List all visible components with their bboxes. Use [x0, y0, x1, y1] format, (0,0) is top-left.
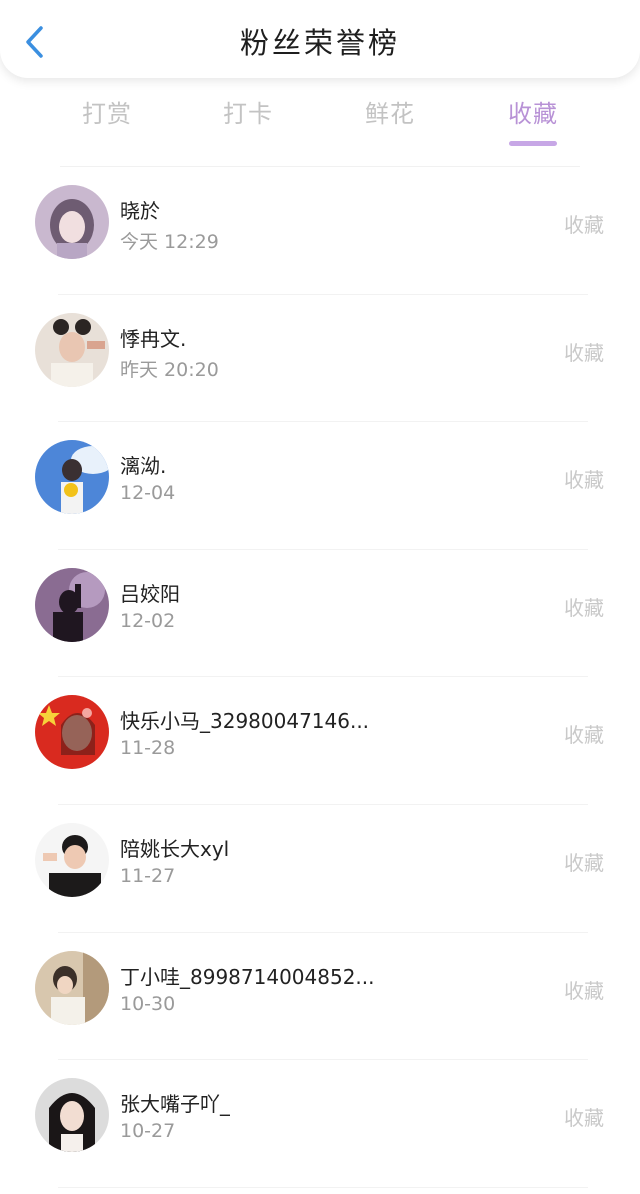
fan-list: 晓於 今天 12:29 收藏 悸冉文. 昨天 20:20 收藏 漓泑. 12-0… — [0, 167, 640, 1188]
tab-checkin[interactable]: 打卡 — [203, 92, 293, 152]
avatar[interactable] — [35, 950, 109, 1025]
fan-time: 10-27 — [120, 1120, 176, 1143]
fan-name: 悸冉文. — [120, 326, 187, 351]
favorite-label: 收藏 — [564, 340, 604, 365]
favorite-label: 收藏 — [564, 1106, 604, 1131]
divider — [58, 1186, 588, 1188]
list-item[interactable]: 张大嘴子吖_ 10-27 收藏 — [0, 1060, 640, 1188]
favorite-label: 收藏 — [564, 468, 604, 493]
tab-reward[interactable]: 打赏 — [62, 92, 152, 152]
avatar[interactable] — [35, 822, 109, 897]
favorite-label: 收藏 — [564, 723, 604, 748]
fan-time: 12-04 — [120, 482, 176, 505]
header-bar: 粉丝荣誉榜 — [0, 0, 640, 78]
list-item[interactable]: 漓泑. 12-04 收藏 — [0, 422, 640, 550]
fan-time: 今天 12:29 — [120, 231, 219, 253]
avatar[interactable] — [35, 695, 109, 770]
tab-label: 打赏 — [82, 100, 132, 128]
fan-name: 漓泑. — [120, 454, 167, 479]
fan-time: 昨天 20:20 — [120, 358, 219, 381]
avatar[interactable] — [35, 567, 109, 642]
list-item[interactable]: 吕姣阳 12-02 收藏 — [0, 550, 640, 678]
list-item[interactable]: 悸冉文. 昨天 20:20 收藏 — [0, 295, 640, 423]
tab-label: 收藏 — [508, 100, 558, 128]
fan-name: 张大嘴子吖_ — [120, 1092, 230, 1117]
fan-name: 陪姚长大xyl — [120, 836, 230, 861]
favorite-label: 收藏 — [564, 213, 604, 237]
page-title: 粉丝荣誉榜 — [239, 26, 400, 60]
tab-favorites[interactable]: 收藏 — [488, 92, 578, 152]
fan-name: 晓於 — [120, 199, 160, 223]
tab-label: 鲜花 — [365, 100, 415, 128]
fan-time: 12-02 — [120, 609, 176, 632]
avatar[interactable] — [35, 185, 109, 259]
favorite-label: 收藏 — [564, 850, 604, 875]
tab-label: 打卡 — [223, 100, 273, 128]
fan-name: 吕姣阳 — [120, 581, 180, 606]
fan-time: 11-27 — [120, 864, 176, 887]
favorite-label: 收藏 — [564, 978, 604, 1003]
fan-name: 快乐小马_32980047146... — [120, 709, 370, 734]
tab-flowers[interactable]: 鲜花 — [345, 92, 435, 152]
tab-bar: 打赏 打卡 鲜花 收藏 — [0, 92, 640, 152]
avatar[interactable] — [35, 312, 109, 387]
list-item[interactable]: 晓於 今天 12:29 收藏 — [0, 167, 640, 295]
avatar[interactable] — [35, 1078, 109, 1153]
fan-time: 10-30 — [120, 992, 176, 1015]
avatar[interactable] — [35, 440, 109, 515]
active-tab-indicator — [509, 141, 557, 146]
list-item[interactable]: 陪姚长大xyl 11-27 收藏 — [0, 805, 640, 933]
favorite-label: 收藏 — [564, 595, 604, 620]
fan-name: 丁小哇_8998714004852... — [120, 964, 375, 989]
list-item[interactable]: 快乐小马_32980047146... 11-28 收藏 — [0, 677, 640, 805]
list-item[interactable]: 丁小哇_8998714004852... 10-30 收藏 — [0, 933, 640, 1061]
fan-time: 11-28 — [120, 737, 176, 760]
